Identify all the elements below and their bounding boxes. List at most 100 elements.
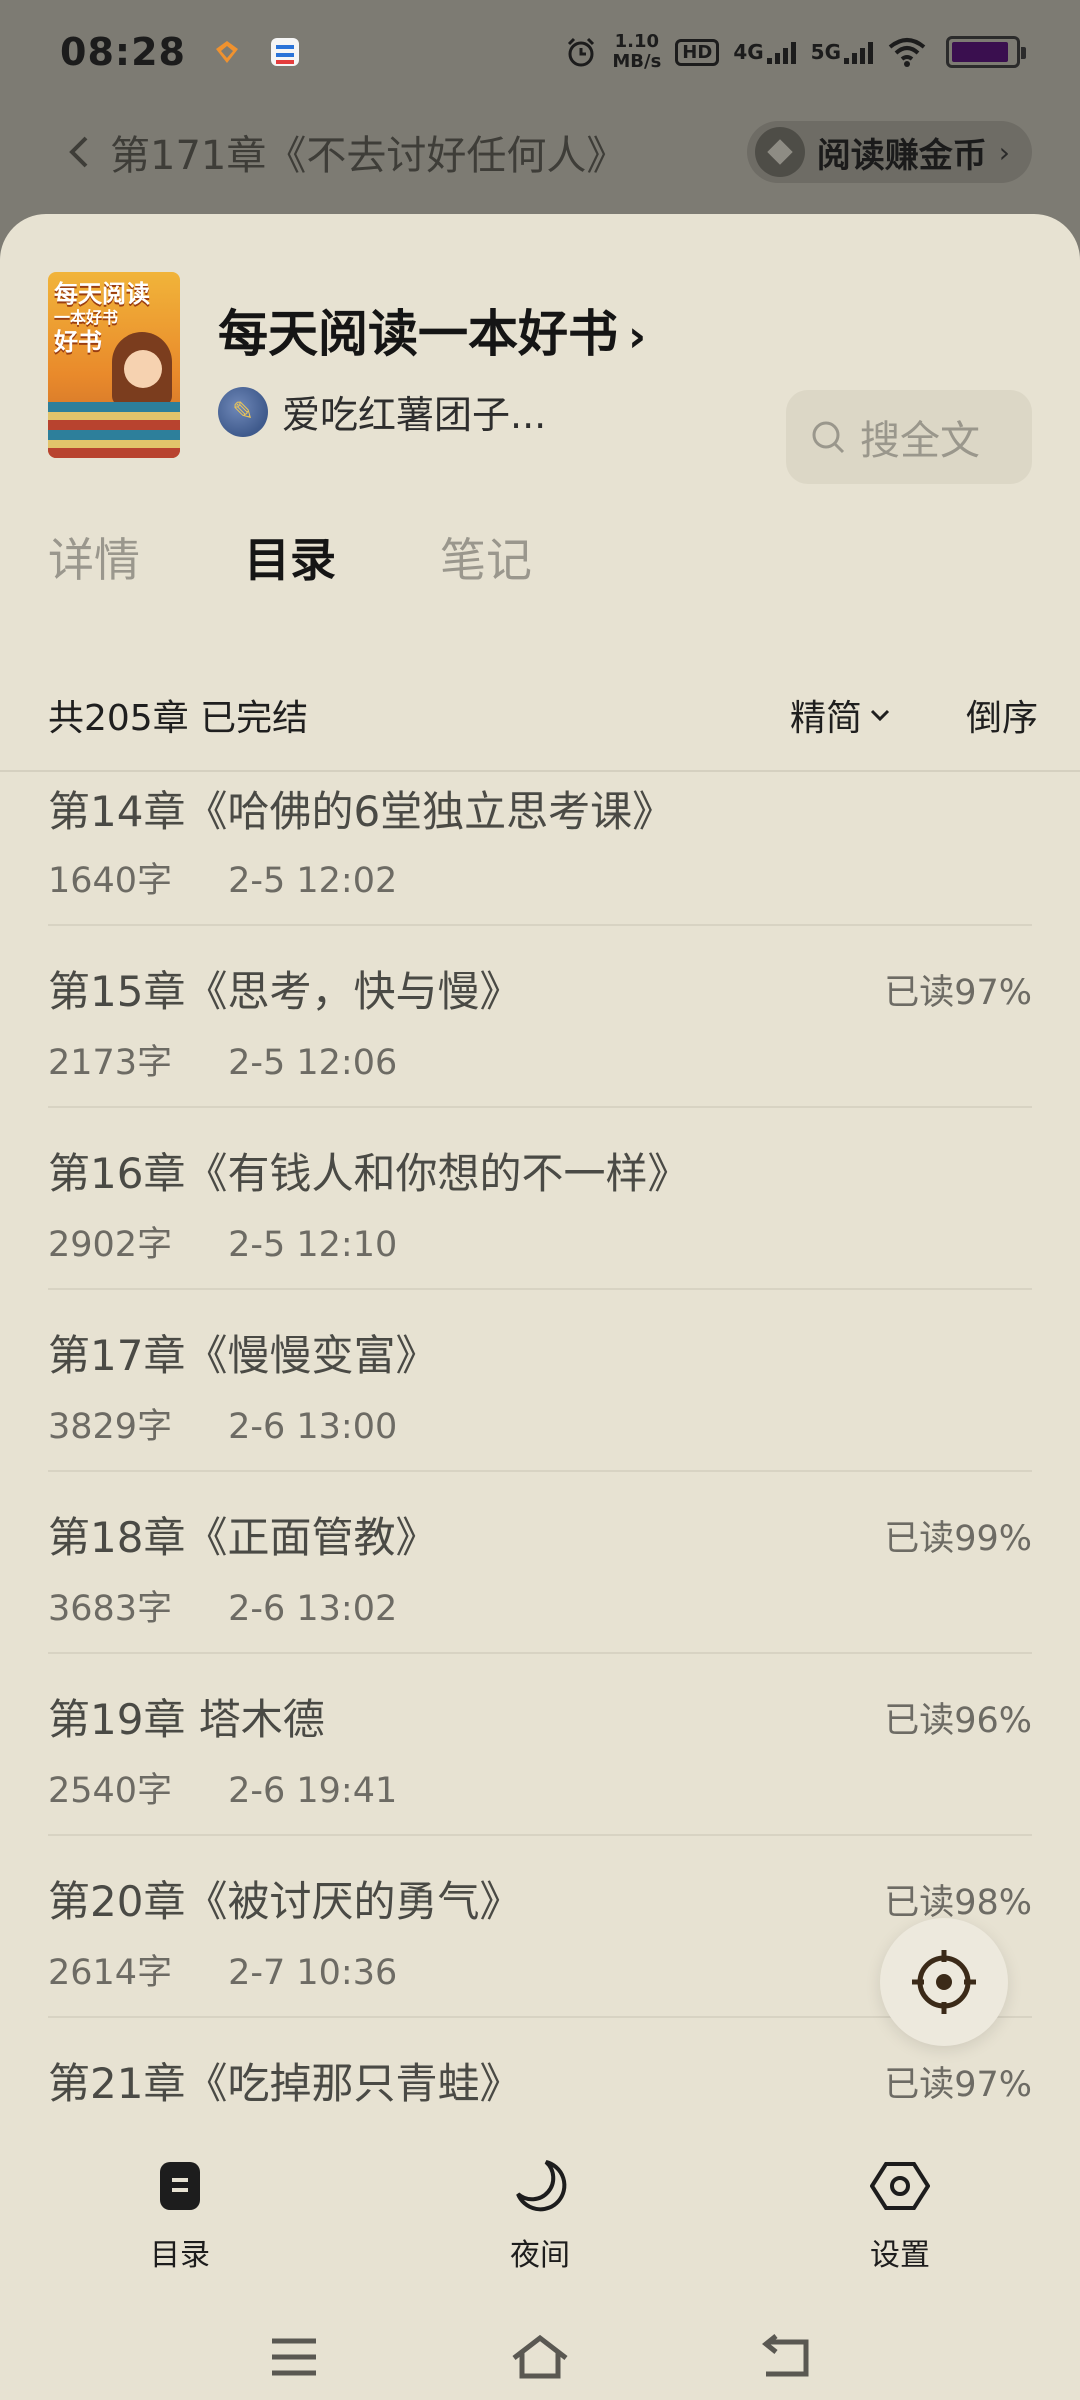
coin-icon — [754, 127, 805, 177]
signal-bars-icon — [844, 42, 873, 64]
author-avatar: ✎ — [218, 386, 268, 437]
cloud-app-icon — [270, 38, 299, 66]
signal-4g: 4G — [733, 40, 796, 64]
cover-text-line-2: 一本好书 — [54, 308, 119, 327]
nav-settings[interactable]: 设置 — [720, 2122, 1080, 2292]
signal-5g-label: 5G — [810, 40, 841, 64]
tab-notes[interactable]: 笔记 — [440, 524, 532, 590]
status-right: 1.10 MB/s HD 4G 5G — [564, 32, 1026, 72]
chapter-date: 2-6 13:02 — [228, 1589, 398, 1629]
chapter-word-count: 3683字 — [48, 1589, 173, 1629]
catalog-header: 共205章 已完结 精简 倒序 — [48, 680, 1080, 750]
book-title-link[interactable]: 每天阅读一本好书 › — [218, 294, 646, 366]
catalog-icon — [160, 2162, 200, 2210]
chapter-date: 2-7 10:36 — [228, 1953, 398, 1993]
chapter-row[interactable]: 第19章 塔木德 2540字 2-6 19:41 已读96% — [48, 1654, 1032, 1836]
tab-details[interactable]: 详情 — [48, 524, 140, 590]
chapter-summary: 共205章 已完结 — [48, 698, 309, 739]
chapter-meta: 1640字 2-5 12:02 — [48, 852, 397, 903]
cover-illustration-books — [48, 402, 180, 458]
reader-top-bar: 第171章《不去讨好任何人》 阅读赚金币 › — [0, 104, 1080, 200]
chapter-word-count: 2614字 — [48, 1953, 173, 1993]
moon-icon — [516, 2160, 567, 2212]
net-speed-value: 1.10 — [614, 31, 660, 52]
chevron-left-icon[interactable] — [64, 132, 92, 172]
search-icon — [812, 421, 845, 454]
chevron-right-icon: › — [628, 311, 647, 362]
catalog-sheet: 每天阅读 一本好书 好书 每天阅读一本好书 › ✎ 爱吃红薯团子... 搜全文 … — [0, 214, 1080, 2400]
settings-hexagon-icon — [870, 2162, 930, 2210]
recent-apps-icon[interactable] — [268, 2335, 320, 2379]
bottom-bar: 目录 夜间 设置 — [0, 2122, 1080, 2400]
chapter-progress: 已读96% — [884, 1701, 1032, 1741]
chapter-word-count: 2173字 — [48, 1043, 173, 1083]
nav-label: 设置 — [870, 2238, 930, 2273]
reverse-order-button[interactable]: 倒序 — [966, 689, 1038, 741]
chapter-row[interactable]: 第16章《有钱人和你想的不一样》 2902字 2-5 12:10 — [48, 1108, 1032, 1290]
search-full-text-button[interactable]: 搜全文 — [786, 390, 1032, 484]
battery-fill — [952, 42, 1008, 62]
book-title: 每天阅读一本好书 — [218, 305, 618, 363]
chapter-row[interactable]: 第14章《哈佛的6堂独立思考课》 1640字 2-5 12:02 — [48, 772, 1032, 926]
search-label: 搜全文 — [860, 418, 980, 464]
network-speed: 1.10 MB/s — [612, 32, 661, 72]
chevron-down-icon[interactable] — [866, 701, 894, 729]
current-chapter-title[interactable]: 第171章《不去讨好任何人》 — [110, 123, 626, 181]
chevron-right-icon: › — [998, 135, 1010, 169]
back-icon[interactable] — [760, 2334, 812, 2380]
net-speed-unit: MB/s — [612, 51, 662, 72]
cover-illustration-face — [124, 350, 162, 388]
cover-text-line-1: 每天阅读 — [54, 280, 150, 308]
tabs: 详情 目录 笔记 — [48, 524, 532, 590]
chapter-progress: 已读97% — [884, 2065, 1032, 2105]
alarm-icon — [568, 37, 595, 67]
earn-coins-label: 阅读赚金币 — [816, 135, 987, 176]
catalog-header-actions: 精简 倒序 — [790, 689, 1080, 741]
locate-current-chapter-button[interactable] — [880, 1918, 1008, 2046]
screen: 08:28 1.10 MB/s HD 4G 5G 第171章《不去讨好任何人》 … — [0, 0, 1080, 2400]
battery-icon — [946, 36, 1026, 68]
filter-dropdown[interactable]: 精简 — [790, 689, 862, 741]
author-name: 爱吃红薯团子... — [282, 393, 547, 437]
tab-catalog[interactable]: 目录 — [244, 524, 336, 590]
book-cover[interactable]: 每天阅读 一本好书 好书 — [48, 272, 180, 458]
wifi-icon — [888, 38, 926, 67]
author-row[interactable]: ✎ 爱吃红薯团子... — [218, 384, 546, 439]
chapter-word-count: 2902字 — [48, 1225, 173, 1265]
chapter-meta: 2540字 2-6 19:41 — [48, 1762, 397, 1813]
signal-bars-icon — [766, 42, 796, 64]
chapter-meta: 2902字 2-5 12:10 — [48, 1216, 397, 1267]
nav-catalog[interactable]: 目录 — [0, 2122, 360, 2292]
chapter-date: 2-5 12:02 — [228, 861, 398, 901]
chapter-meta: 3829字 2-6 13:00 — [48, 1398, 397, 1449]
chapter-progress: 已读99% — [884, 1519, 1032, 1559]
chapter-date: 2-6 13:00 — [228, 1407, 398, 1447]
chapter-title: 第14章《哈佛的6堂独立思考课》 — [48, 787, 675, 836]
book-header: 每天阅读 一本好书 好书 每天阅读一本好书 › ✎ 爱吃红薯团子... 搜全文 — [48, 272, 1032, 484]
chapter-row[interactable]: 第18章《正面管教》 3683字 2-6 13:02 已读99% — [48, 1472, 1032, 1654]
chapter-title: 第18章《正面管教》 — [48, 1513, 438, 1562]
chapter-title: 第17章《慢慢变富》 — [48, 1331, 438, 1380]
home-icon[interactable] — [510, 2332, 570, 2382]
nav-night-mode[interactable]: 夜间 — [360, 2122, 720, 2292]
nav-label: 夜间 — [510, 2238, 570, 2273]
system-navigation — [0, 2322, 1080, 2392]
chapter-meta: 3683字 2-6 13:02 — [48, 1580, 397, 1631]
chapter-title: 第21章《吃掉那只青蛙》 — [48, 2059, 522, 2108]
chapter-date: 2-5 12:10 — [228, 1225, 398, 1265]
chapter-row[interactable]: 第17章《慢慢变富》 3829字 2-6 13:00 — [48, 1290, 1032, 1472]
chapter-word-count: 2540字 — [48, 1771, 173, 1811]
earn-coins-button[interactable]: 阅读赚金币 › — [746, 121, 1032, 183]
chapter-title: 第19章 塔木德 — [48, 1695, 325, 1744]
chapter-word-count: 3829字 — [48, 1407, 173, 1447]
status-time: 08:28 — [60, 30, 186, 74]
chapter-title: 第15章《思考，快与慢》 — [48, 967, 522, 1016]
signal-5g: 5G — [811, 40, 874, 64]
app-notification-icon — [215, 41, 238, 63]
chapter-progress: 已读98% — [884, 1883, 1032, 1923]
chapter-title: 第16章《有钱人和你想的不一样》 — [48, 1149, 690, 1198]
chapter-date: 2-6 19:41 — [228, 1771, 398, 1811]
chapter-row[interactable]: 第15章《思考，快与慢》 2173字 2-5 12:06 已读97% — [48, 926, 1032, 1108]
locate-icon — [912, 1950, 976, 2014]
chapter-meta: 2614字 2-7 10:36 — [48, 1944, 397, 1995]
